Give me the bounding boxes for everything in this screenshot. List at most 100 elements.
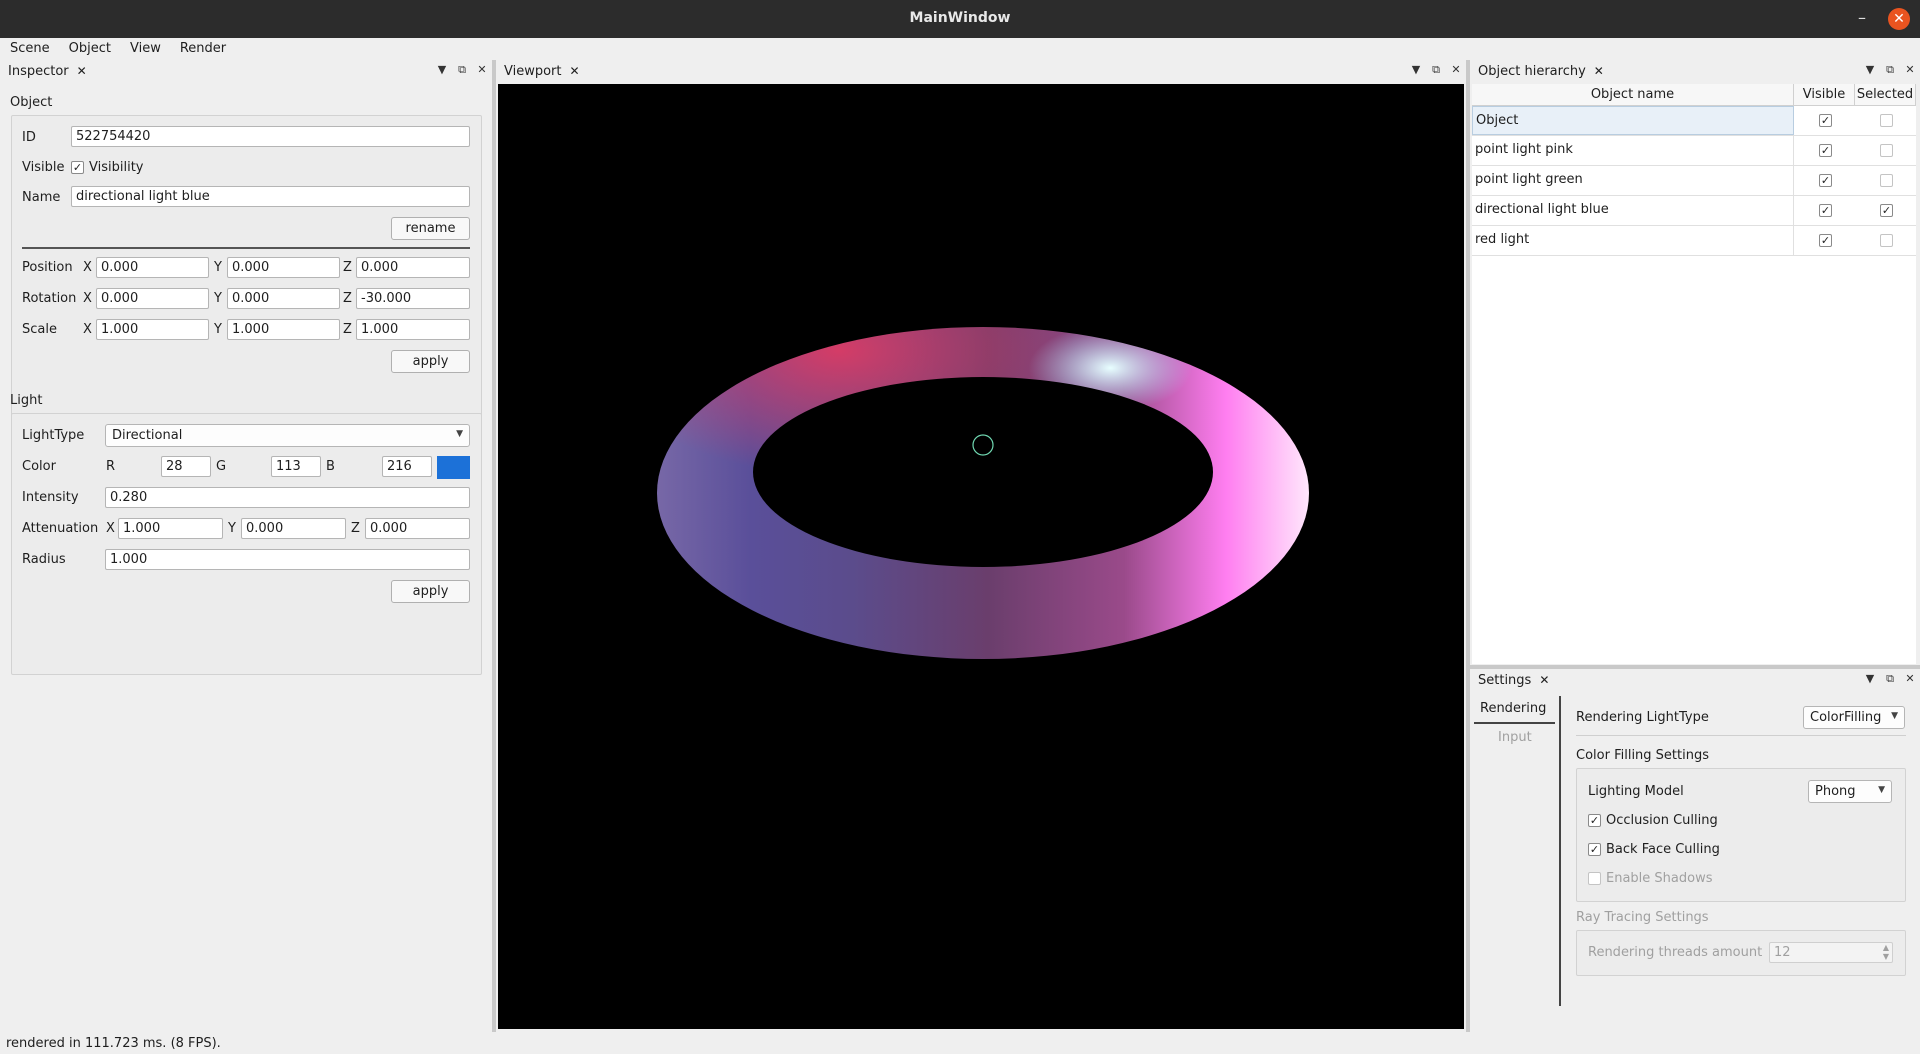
color-g-field[interactable]: 113 <box>271 456 321 477</box>
color-swatch[interactable] <box>437 456 470 479</box>
color-r-field[interactable]: 28 <box>161 456 211 477</box>
object-name-cell[interactable]: red light <box>1472 226 1794 255</box>
color-b-label: B <box>326 459 335 474</box>
dock-float-icon[interactable]: ⧉ <box>1430 63 1442 77</box>
dock-menu-icon[interactable]: ▼ <box>1410 63 1422 77</box>
viewport-header: Viewport ✕ ▼ ⧉ ✕ <box>496 60 1466 82</box>
object-name-cell[interactable]: point light green <box>1472 166 1794 195</box>
menu-scene[interactable]: Scene <box>0 38 59 60</box>
table-row[interactable]: point light pink ✓ <box>1472 136 1916 166</box>
position-x-field[interactable]: 0.000 <box>96 257 209 278</box>
scale-y-field[interactable]: 1.000 <box>227 319 340 340</box>
dock-close-icon[interactable]: ✕ <box>1904 672 1916 686</box>
selected-checkbox[interactable]: ✓ <box>1880 204 1893 217</box>
tab-close-icon[interactable]: ✕ <box>1594 64 1604 78</box>
divider <box>22 247 470 249</box>
rotation-z-field[interactable]: -30.000 <box>356 288 470 309</box>
position-z-field[interactable]: 0.000 <box>356 257 470 278</box>
intensity-field[interactable]: 0.280 <box>105 487 470 508</box>
hierarchy-header: Object hierarchy ✕ ▼ ⧉ ✕ <box>1470 60 1920 82</box>
tab-close-icon[interactable]: ✕ <box>77 64 87 78</box>
visible-checkbox[interactable]: ✓ <box>1819 204 1832 217</box>
inspector-header: Inspector ✕ ▼ ⧉ ✕ <box>0 60 492 82</box>
status-text: rendered in 111.723 ms. (8 FPS). <box>6 1036 221 1051</box>
radius-field[interactable]: 1.000 <box>105 549 470 570</box>
scale-z-field[interactable]: 1.000 <box>356 319 470 340</box>
rotation-y-field[interactable]: 0.000 <box>227 288 340 309</box>
dock-float-icon[interactable]: ⧉ <box>1884 63 1896 77</box>
window-title: MainWindow <box>909 10 1011 26</box>
occlusion-culling-label: Occlusion Culling <box>1606 813 1718 828</box>
dock-close-icon[interactable]: ✕ <box>1904 63 1916 77</box>
dock-float-icon[interactable]: ⧉ <box>456 63 468 77</box>
title-bar: MainWindow – ✕ <box>0 0 1920 38</box>
threads-spinbox[interactable]: 12 ▲ ▼ <box>1769 942 1893 963</box>
light-section-label: Light <box>10 393 43 408</box>
attenuation-x-field[interactable]: 1.000 <box>118 518 223 539</box>
column-header-selected[interactable]: Selected <box>1855 84 1916 106</box>
dock-menu-icon[interactable]: ▼ <box>1864 672 1876 686</box>
dock-menu-icon[interactable]: ▼ <box>1864 63 1876 77</box>
position-y-field[interactable]: 0.000 <box>227 257 340 278</box>
visible-label: Visible <box>22 160 65 175</box>
apply-transform-button[interactable]: apply <box>391 350 470 373</box>
column-header-name[interactable]: Object name <box>1472 84 1794 106</box>
apply-light-button[interactable]: apply <box>391 580 470 603</box>
rename-button[interactable]: rename <box>391 217 470 240</box>
threads-label: Rendering threads amount <box>1588 945 1763 960</box>
color-g-label: G <box>216 459 227 474</box>
menu-view[interactable]: View <box>120 38 170 60</box>
tab-close-icon[interactable]: ✕ <box>570 64 580 78</box>
table-row[interactable]: red light ✓ <box>1472 226 1916 256</box>
rendering-lighttype-select[interactable]: ColorFilling ▼ <box>1803 706 1905 729</box>
selected-checkbox[interactable] <box>1880 234 1893 247</box>
menu-render[interactable]: Render <box>170 38 235 60</box>
dock-float-icon[interactable]: ⧉ <box>1884 672 1896 686</box>
dock-close-icon[interactable]: ✕ <box>476 63 488 77</box>
attenuation-z-field[interactable]: 0.000 <box>365 518 470 539</box>
close-icon[interactable]: ✕ <box>1888 8 1910 30</box>
minimize-icon[interactable]: – <box>1852 8 1872 28</box>
axis-z-label: Z <box>343 291 352 306</box>
id-field[interactable]: 522754420 <box>71 126 470 147</box>
visibility-checkbox[interactable]: ✓ <box>71 161 84 174</box>
enable-shadows-label: Enable Shadows <box>1606 871 1713 886</box>
visible-checkbox[interactable]: ✓ <box>1819 234 1832 247</box>
table-row[interactable]: point light green ✓ <box>1472 166 1916 196</box>
selected-checkbox[interactable] <box>1880 144 1893 157</box>
object-name-cell[interactable]: Object <box>1472 106 1794 135</box>
dropdown-arrow-icon: ▼ <box>1891 711 1898 721</box>
object-name-cell[interactable]: point light pink <box>1472 136 1794 165</box>
selected-checkbox[interactable] <box>1880 114 1893 127</box>
column-header-visible[interactable]: Visible <box>1794 84 1855 106</box>
name-field[interactable]: directional light blue <box>71 186 470 207</box>
visible-checkbox[interactable]: ✓ <box>1819 144 1832 157</box>
color-b-field[interactable]: 216 <box>382 456 432 477</box>
rotation-x-field[interactable]: 0.000 <box>96 288 209 309</box>
radius-label: Radius <box>22 552 66 567</box>
menu-object[interactable]: Object <box>59 38 120 60</box>
scale-x-field[interactable]: 1.000 <box>96 319 209 340</box>
tab-close-icon[interactable]: ✕ <box>1539 673 1549 687</box>
table-row[interactable]: directional light blue ✓ ✓ <box>1472 196 1916 226</box>
dock-menu-icon[interactable]: ▼ <box>436 63 448 77</box>
table-row[interactable]: Object ✓ <box>1472 106 1916 136</box>
lighttype-value: Directional <box>112 428 183 443</box>
enable-shadows-checkbox[interactable] <box>1588 872 1601 885</box>
dock-close-icon[interactable]: ✕ <box>1450 63 1462 77</box>
settings-header: Settings ✕ ▼ ⧉ ✕ <box>1470 669 1920 691</box>
selected-checkbox[interactable] <box>1880 174 1893 187</box>
render-viewport[interactable] <box>498 84 1464 1029</box>
visible-checkbox[interactable]: ✓ <box>1819 114 1832 127</box>
visible-checkbox[interactable]: ✓ <box>1819 174 1832 187</box>
object-name-cell[interactable]: directional light blue <box>1472 196 1794 225</box>
lighttype-select[interactable]: Directional ▼ <box>105 424 470 447</box>
tab-rendering[interactable]: Rendering <box>1474 696 1555 724</box>
lighting-model-label: Lighting Model <box>1588 784 1684 799</box>
tab-input[interactable]: Input <box>1498 730 1532 745</box>
lighting-model-select[interactable]: Phong ▼ <box>1808 780 1892 803</box>
back-face-culling-checkbox[interactable]: ✓ <box>1588 843 1601 856</box>
attenuation-y-field[interactable]: 0.000 <box>241 518 346 539</box>
occlusion-culling-checkbox[interactable]: ✓ <box>1588 814 1601 827</box>
spin-arrows-icon[interactable]: ▲ ▼ <box>1883 943 1889 961</box>
